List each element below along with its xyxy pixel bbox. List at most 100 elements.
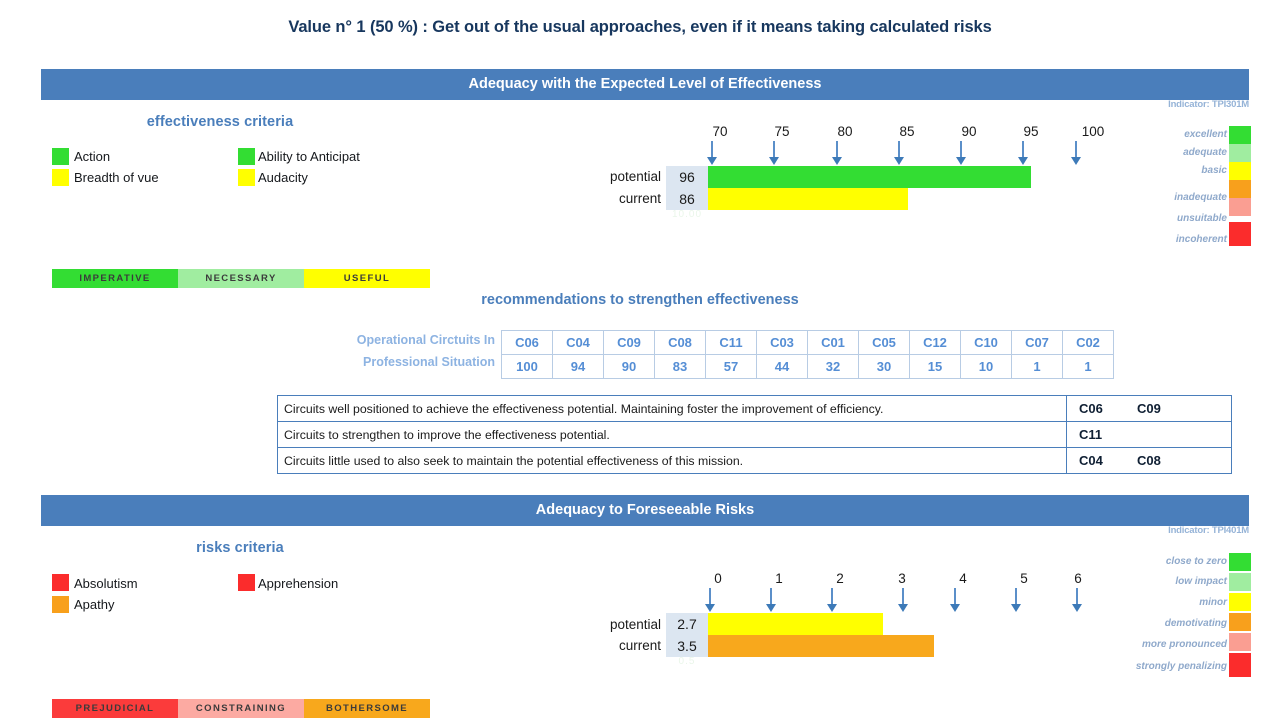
recommendation-codes: C06 C09	[1066, 395, 1232, 422]
eff-scale-legend-swatch-2	[1229, 162, 1251, 180]
circuit-value-cell: 83	[654, 354, 706, 379]
risks-criteria-label-2: Apathy	[74, 597, 115, 612]
risk-tick-arrow-4	[950, 588, 960, 612]
risk-strip-prejudicial: PREJUDICIAL	[52, 699, 178, 718]
priority-strip-imperative: IMPERATIVE	[52, 269, 178, 288]
eff-scale-legend-swatch-0	[1229, 126, 1251, 144]
effectiveness-criteria-label-0: Action	[74, 149, 111, 164]
effectiveness-criteria-swatch-0	[52, 148, 69, 165]
eff-tick-label-5: 95	[1023, 124, 1039, 139]
recommendations-table: Circuits well positioned to achieve the …	[277, 395, 1232, 474]
risks-criteria-swatch-2	[52, 596, 69, 613]
risks-criteria-title: risks criteria	[196, 540, 284, 556]
table-row: Circuits little used to also seek to mai…	[277, 447, 1232, 474]
eff-tick-arrow-0	[707, 141, 717, 165]
eff-scale-legend-label-1: adequate	[1183, 147, 1227, 158]
risk-tick-arrow-1	[766, 588, 776, 612]
risk-tick-label-1: 1	[775, 571, 783, 586]
effectiveness-section-banner: Adequacy with the Expected Level of Effe…	[41, 69, 1249, 100]
eff-scale-legend-swatch-1	[1229, 144, 1251, 162]
dashboard-root: Value n° 1 (50 %) : Get out of the usual…	[0, 0, 1280, 720]
risk-ghost-value: 0.5	[678, 656, 696, 667]
risk-scale-legend-label-0: close to zero	[1165, 556, 1227, 567]
risk-scale-legend-label-4: more pronounced	[1141, 639, 1227, 650]
effectiveness-criteria-swatch-1	[238, 148, 255, 165]
effectiveness-criteria-swatch-2	[52, 169, 69, 186]
circuits-values-row: 100 94 90 83 57 44 32 30 15 10 1 1	[501, 354, 1114, 379]
recommendations-heading: recommendations to strengthen effectiven…	[481, 292, 799, 308]
page-title: Value n° 1 (50 %) : Get out of the usual…	[288, 18, 992, 36]
eff-tick-arrow-1	[769, 141, 779, 165]
recommendations-table-wrapper: Circuits well positioned to achieve the …	[277, 395, 1232, 474]
circuit-code-cell: C09	[603, 330, 655, 355]
circuit-value-cell: 57	[705, 354, 757, 379]
recommendation-code: C06	[1079, 401, 1103, 416]
eff-row-value-current: 86	[666, 188, 708, 210]
eff-scale-legend-swatch-4	[1229, 198, 1251, 216]
circuit-code-cell: C06	[501, 330, 553, 355]
recommendation-code: C09	[1137, 401, 1161, 416]
effectiveness-criteria-label-2: Breadth of vue	[74, 170, 159, 185]
risk-scale-legend-swatch-0	[1229, 553, 1251, 571]
risk-tick-arrow-0	[705, 588, 715, 612]
priority-strip-necessary: NECESSARY	[178, 269, 304, 288]
effectiveness-criteria-swatch-3	[238, 169, 255, 186]
risk-tick-arrow-5	[1011, 588, 1021, 612]
risk-scale-legend-label-3: demotivating	[1164, 618, 1227, 629]
risk-tick-arrow-3	[898, 588, 908, 612]
eff-scale-legend-label-2: basic	[1201, 165, 1227, 176]
eff-ghost-value: 10.00	[671, 209, 703, 220]
risk-scale-legend-label-5: strongly penalizing	[1135, 661, 1227, 672]
risk-scale-legend-swatch-2	[1229, 593, 1251, 611]
risk-row-value-potential: 2.7	[666, 613, 708, 635]
circuit-value-cell: 90	[603, 354, 655, 379]
eff-tick-arrow-4	[956, 141, 966, 165]
eff-row-value-potential: 96	[666, 166, 708, 188]
circuits-table: C06 C04 C09 C08 C11 C03 C01 C05 C12 C10 …	[501, 330, 1114, 379]
circuit-value-cell: 32	[807, 354, 859, 379]
risk-tick-arrow-2	[827, 588, 837, 612]
recommendation-codes: C04 C08	[1066, 447, 1232, 474]
circuits-row-label-line1: Operational Circtuits In	[356, 333, 495, 347]
eff-tick-arrow-6	[1071, 141, 1081, 165]
eff-scale-legend-label-5: incoherent	[1175, 234, 1227, 245]
risk-scale-legend-swatch-5	[1229, 653, 1251, 677]
circuits-row-label-line2: Professional Situation	[363, 355, 495, 369]
risk-tick-label-2: 2	[836, 571, 844, 586]
risk-row-value-current: 3.5	[666, 635, 708, 657]
effectiveness-indicator-label: Indicator: TPI301M	[1168, 99, 1249, 110]
circuit-code-cell: C05	[858, 330, 910, 355]
eff-tick-label-2: 80	[837, 124, 853, 139]
risk-scale-legend-label-2: minor	[1199, 597, 1227, 608]
eff-scale-legend-label-0: excellent	[1184, 129, 1227, 140]
eff-tick-arrow-2	[832, 141, 842, 165]
eff-row-label-current: current	[618, 191, 661, 206]
effectiveness-criteria-label-3: Audacity	[258, 170, 308, 185]
circuits-codes-row: C06 C04 C09 C08 C11 C03 C01 C05 C12 C10 …	[501, 330, 1114, 355]
circuit-code-cell: C08	[654, 330, 706, 355]
risks-criteria-swatch-0	[52, 574, 69, 591]
recommendation-code: C08	[1137, 453, 1161, 468]
risks-section-banner: Adequacy to Foreseeable Risks	[41, 495, 1249, 526]
recommendation-code: C04	[1079, 453, 1103, 468]
circuit-value-cell: 1	[1062, 354, 1114, 379]
effectiveness-criteria-title: effectiveness criteria	[146, 114, 294, 130]
eff-scale-legend-label-3: inadequate	[1174, 192, 1227, 203]
risk-row-label-current: current	[618, 638, 661, 653]
risk-strip-bothersome: BOTHERSOME	[304, 699, 430, 718]
circuit-value-cell: 10	[960, 354, 1012, 379]
circuit-value-cell: 44	[756, 354, 808, 379]
priority-strip-useful: USEFUL	[304, 269, 430, 288]
eff-scale-legend-swatch-5	[1229, 222, 1251, 246]
risk-strip-constraining: CONSTRAINING	[178, 699, 304, 718]
eff-row-label-potential: potential	[609, 169, 661, 184]
risk-bar-potential	[708, 613, 883, 635]
circuit-code-cell: C11	[705, 330, 757, 355]
risk-tick-label-4: 4	[959, 571, 967, 586]
risk-scale-legend-label-1: low impact	[1175, 576, 1227, 587]
circuit-code-cell: C04	[552, 330, 604, 355]
risk-scale-legend-swatch-1	[1229, 573, 1251, 591]
circuit-value-cell: 94	[552, 354, 604, 379]
risk-tick-arrow-6	[1072, 588, 1082, 612]
risk-scale-legend-swatch-4	[1229, 633, 1251, 651]
